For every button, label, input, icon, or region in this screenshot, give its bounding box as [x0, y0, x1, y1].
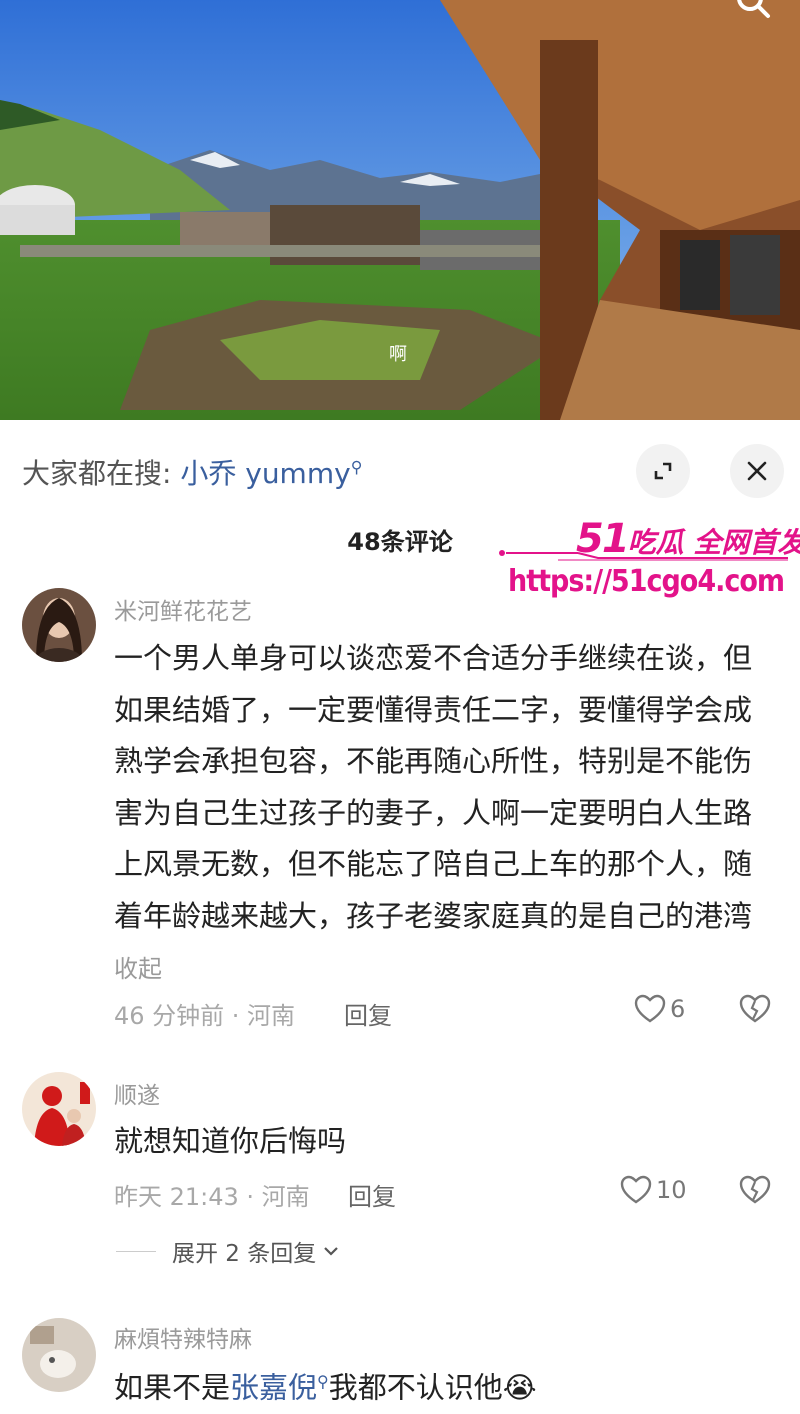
comment-username[interactable]: 顺遂: [114, 1076, 160, 1110]
like-count: 10: [656, 1176, 687, 1204]
close-button[interactable]: [730, 444, 784, 498]
avatar[interactable]: [22, 1072, 96, 1146]
avatar[interactable]: [22, 588, 96, 662]
svg-text:啊: 啊: [389, 344, 407, 365]
expand-button[interactable]: [636, 444, 690, 498]
search-icon[interactable]: [730, 0, 774, 20]
mention-link[interactable]: 张嘉倪: [230, 1371, 317, 1405]
heart-icon: [620, 1175, 652, 1204]
expand-icon: [654, 462, 672, 480]
suggested-search-prefix: 大家都在搜:: [22, 457, 172, 490]
broken-heart-icon: [739, 994, 771, 1023]
comment-body-start: 如果不是: [114, 1370, 231, 1405]
expand-replies[interactable]: 展开 2 条回复: [116, 1234, 340, 1268]
comment-time-location: 昨天 21:43 · 河南: [114, 1183, 310, 1211]
comment-text: 就想知道你后悔吗: [114, 1124, 347, 1158]
reply-button[interactable]: 回复: [344, 996, 392, 1031]
dislike-button[interactable]: [738, 994, 772, 1028]
like-button[interactable]: 6: [634, 994, 685, 1024]
comment-text: 一个男人单身可以谈恋爱不合适分手继续在谈，但如果结婚了，一定要懂得责任二字，要懂…: [114, 633, 774, 996]
close-icon: [747, 461, 767, 481]
comment-text: 如果不是张嘉倪⚲我都不认识他😭: [114, 1356, 774, 1414]
video-frame[interactable]: 啊: [0, 0, 800, 420]
suggested-search-term[interactable]: 小乔 yummy: [180, 457, 350, 490]
watermark-url: https://51cgo4.com: [508, 564, 785, 599]
comment-body: 一个男人单身可以谈恋爱不合适分手继续在谈，但如果结婚了，一定要懂得责任二字，要懂…: [114, 641, 753, 933]
like-count: 6: [670, 995, 686, 1023]
search-small-icon: ⚲: [350, 457, 363, 477]
comment-username[interactable]: 米河鲜花花艺: [114, 592, 252, 626]
divider: [116, 1250, 156, 1252]
search-small-icon: ⚲: [317, 1372, 329, 1391]
comment-time-location: 46 分钟前 · 河南: [114, 1002, 296, 1030]
suggested-search[interactable]: 大家都在搜: 小乔 yummy⚲: [22, 452, 362, 492]
expand-replies-label: 展开 2 条回复: [172, 1241, 317, 1267]
avatar[interactable]: [22, 1318, 96, 1392]
comment-body-end: 我都不认识他: [328, 1370, 503, 1405]
comment-username[interactable]: 麻煩特辣特麻: [114, 1320, 252, 1354]
broken-heart-icon: [739, 1175, 771, 1204]
dislike-button[interactable]: [738, 1175, 772, 1209]
watermark-decoration: [499, 550, 788, 561]
collapse-link[interactable]: 收起: [114, 955, 162, 983]
like-button[interactable]: 10: [620, 1175, 687, 1205]
crying-emoji-icon: 😭: [502, 1370, 537, 1405]
heart-icon: [634, 994, 666, 1023]
reply-button[interactable]: 回复: [348, 1177, 396, 1212]
chevron-down-icon: [324, 1247, 339, 1256]
